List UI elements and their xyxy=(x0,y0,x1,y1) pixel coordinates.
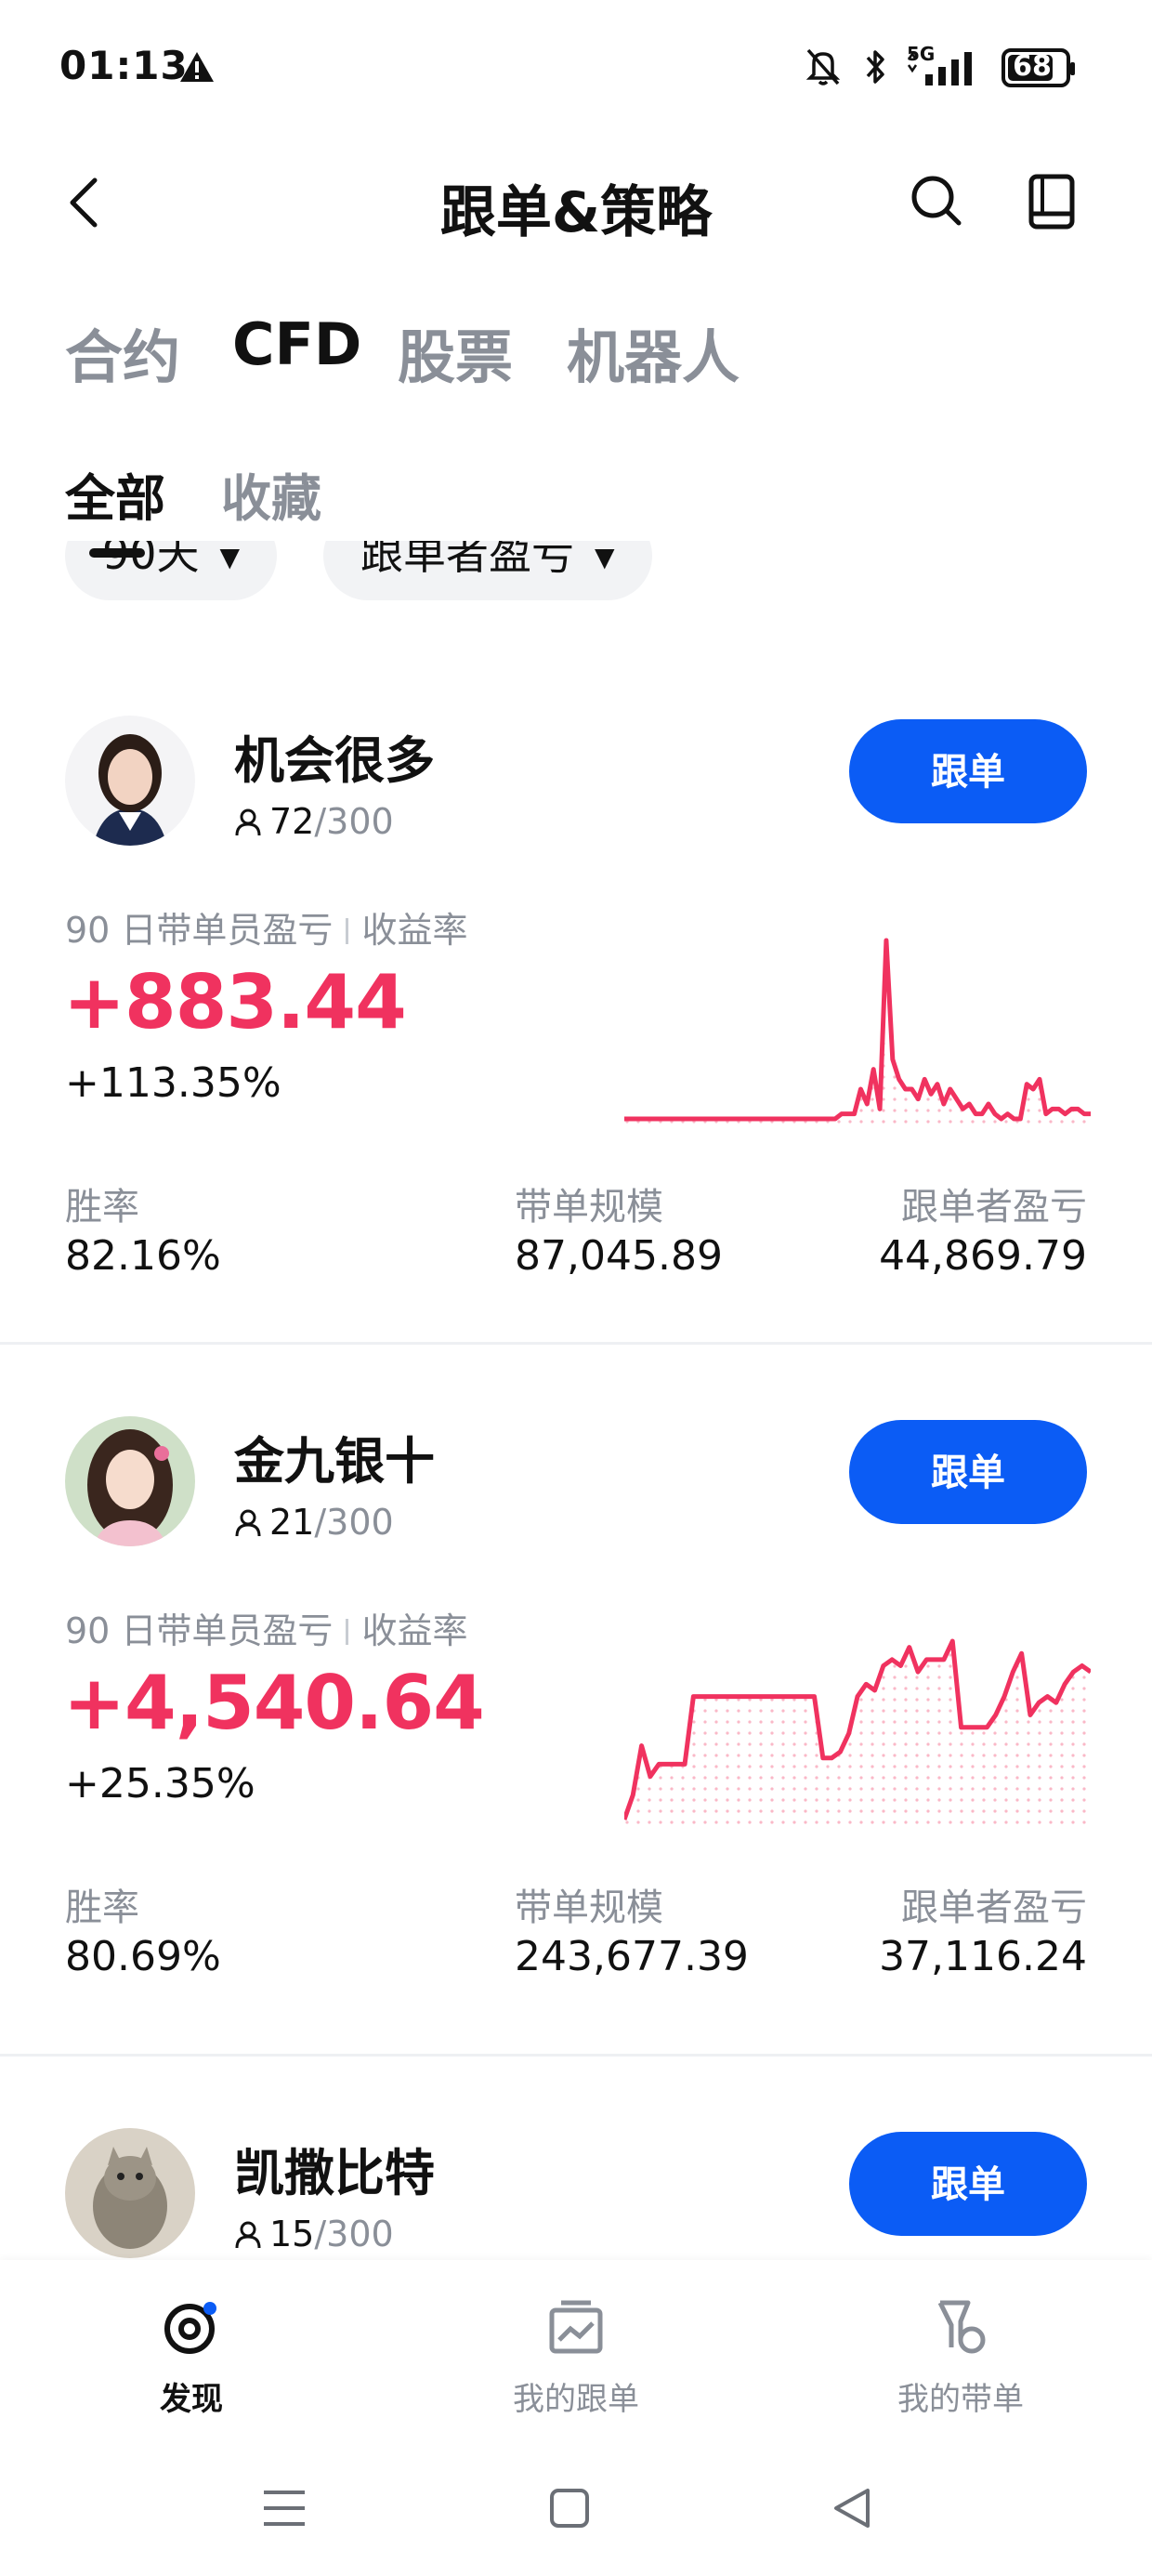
follower-count: 21/300 xyxy=(234,1502,394,1543)
bottom-nav: 发现 我的跟单 我的带单 xyxy=(0,2260,1152,2464)
subtab-all[interactable]: 全部 xyxy=(65,457,165,531)
metric-label-pnl: 90 日带单员盈亏 xyxy=(65,910,334,951)
book-icon[interactable] xyxy=(1028,173,1076,230)
trader-card[interactable]: 金九银十 21/300 跟单 90 日带单员盈亏 收益率 +4,540.64 +2… xyxy=(0,1416,1152,2128)
trader-return-rate: +113.35% xyxy=(65,1059,281,1107)
nav-my-lead-trades-label: 我的带单 xyxy=(897,2381,1024,2418)
avatar xyxy=(65,1416,195,1546)
tab-robot[interactable]: 机器人 xyxy=(567,310,740,394)
metric-label-rate: 收益率 xyxy=(361,1610,468,1651)
scale-value: 243,677.39 xyxy=(515,1933,749,1980)
follower-current: 21 xyxy=(269,1502,315,1543)
card-divider xyxy=(0,2054,1152,2057)
follower-count: 15/300 xyxy=(234,2214,394,2254)
nav-my-copy-trades[interactable]: 我的跟单 xyxy=(465,2297,687,2419)
metric-label: 90 日带单员盈亏 收益率 xyxy=(65,901,467,953)
trader-name: 凯撒比特 xyxy=(234,2144,435,2202)
warning-icon xyxy=(180,52,214,82)
page-title: 跟单&策略 xyxy=(439,180,713,245)
win-rate-value: 80.69% xyxy=(65,1933,221,1980)
bluetooth-icon xyxy=(866,50,884,84)
battery-level: 68 xyxy=(1013,50,1052,83)
pnl-sparkline xyxy=(624,938,1091,1130)
caret-down-icon: ▼ xyxy=(595,541,615,572)
home-icon[interactable] xyxy=(548,2487,591,2530)
follower-current: 15 xyxy=(269,2214,315,2254)
back-triangle-icon[interactable] xyxy=(831,2487,873,2530)
sparkline-line xyxy=(624,938,1091,1122)
trader-card[interactable]: 凯撒比特 15/300 跟单 xyxy=(0,2128,1152,2260)
sparkline-area xyxy=(624,1641,1091,1831)
scale-value: 87,045.89 xyxy=(515,1232,723,1280)
nav-my-lead-trades[interactable]: 我的带单 xyxy=(849,2297,1072,2419)
scale-label: 带单规模 xyxy=(515,1886,663,1929)
follow-button[interactable]: 跟单 xyxy=(849,1420,1087,1524)
follow-button[interactable]: 跟单 xyxy=(849,2132,1087,2236)
nav-discover[interactable]: 发现 xyxy=(80,2297,303,2419)
discover-icon xyxy=(164,2302,216,2354)
card-divider xyxy=(0,1342,1152,1345)
metric-label-rate: 收益率 xyxy=(361,910,468,951)
win-rate-value: 82.16% xyxy=(65,1232,221,1280)
metric-label-pnl: 90 日带单员盈亏 xyxy=(65,1610,334,1651)
trader-pnl: +883.44 xyxy=(63,959,407,1045)
period-filter-label: 90天 xyxy=(102,539,200,579)
sort-filter[interactable]: 跟单者盈亏 ▼ xyxy=(323,539,652,600)
mute-icon xyxy=(805,48,841,85)
avatar xyxy=(65,716,195,846)
signal-icon xyxy=(907,51,972,85)
follower-pnl-value: 37,116.24 xyxy=(879,1933,1087,1980)
follower-max: /300 xyxy=(314,1502,394,1543)
subtab-background xyxy=(0,502,1152,541)
trader-pnl: +4,540.64 xyxy=(63,1660,485,1746)
win-rate-label: 胜率 xyxy=(65,1186,139,1229)
trader-name: 机会很多 xyxy=(234,731,435,790)
person-icon xyxy=(235,2221,261,2249)
pnl-sparkline xyxy=(624,1638,1091,1831)
status-time: 01:13 xyxy=(59,43,189,88)
follower-count: 72/300 xyxy=(234,801,394,842)
system-nav xyxy=(0,2464,1152,2576)
subtab-favorites[interactable]: 收藏 xyxy=(221,457,321,531)
tab-cfd[interactable]: CFD xyxy=(232,310,361,378)
person-icon xyxy=(235,1509,261,1537)
trader-name: 金九银十 xyxy=(234,1432,435,1491)
menu-icon[interactable] xyxy=(260,2487,308,2530)
nav-discover-label: 发现 xyxy=(160,2381,223,2418)
scale-label: 带单规模 xyxy=(515,1186,663,1229)
battery-indicator: 68 xyxy=(1001,48,1075,87)
avatar xyxy=(65,2128,195,2258)
follower-current: 72 xyxy=(269,801,315,842)
trader-card[interactable]: 机会很多 72/300 跟单 90 日带单员盈亏 收益率 +883.44 +113… xyxy=(0,716,1152,1427)
follower-max: /300 xyxy=(314,2214,394,2254)
follower-max: /300 xyxy=(314,801,394,842)
metric-label: 90 日带单员盈亏 收益率 xyxy=(65,1602,467,1653)
tab-stocks[interactable]: 股票 xyxy=(398,310,513,394)
follower-pnl-label: 跟单者盈亏 xyxy=(901,1186,1087,1229)
follow-button[interactable]: 跟单 xyxy=(849,719,1087,823)
follower-pnl-label: 跟单者盈亏 xyxy=(901,1886,1087,1929)
filter-bar: 90天 ▼ 跟单者盈亏 ▼ xyxy=(0,539,1152,623)
person-icon xyxy=(235,808,261,836)
caret-down-icon: ▼ xyxy=(219,541,241,572)
tab-contract[interactable]: 合约 xyxy=(65,310,180,394)
active-subtab-indicator xyxy=(89,548,145,558)
sort-filter-label: 跟单者盈亏 xyxy=(360,539,574,579)
my-lead-trades-icon xyxy=(937,2300,986,2354)
nav-my-copy-trades-label: 我的跟单 xyxy=(513,2381,639,2418)
win-rate-label: 胜率 xyxy=(65,1886,139,1929)
follower-pnl-value: 44,869.79 xyxy=(879,1232,1087,1280)
my-copy-trades-icon xyxy=(549,2300,603,2354)
search-icon[interactable] xyxy=(909,173,964,229)
trader-return-rate: +25.35% xyxy=(65,1760,255,1807)
